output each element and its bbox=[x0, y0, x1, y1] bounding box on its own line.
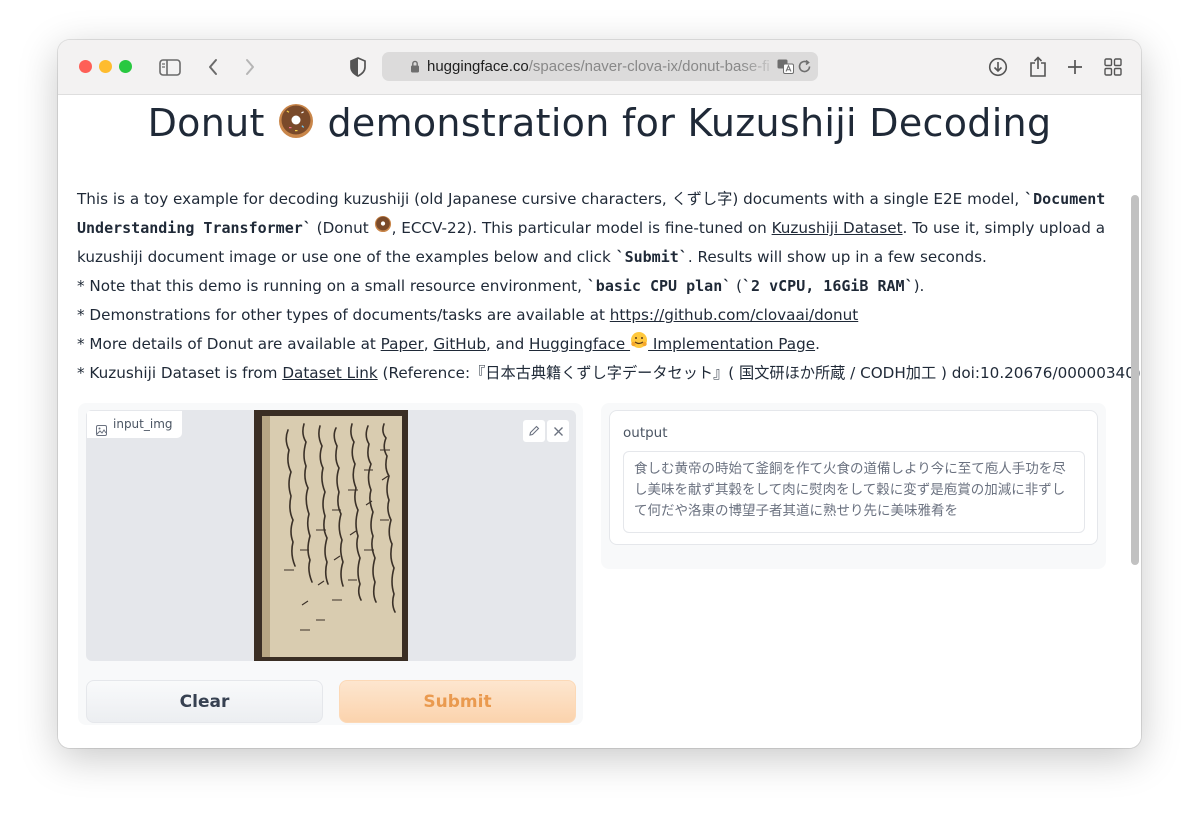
input-image-label: input_img bbox=[86, 410, 183, 439]
image-upload-area[interactable]: input_img bbox=[86, 410, 576, 661]
page-scrollbar[interactable] bbox=[1131, 195, 1139, 565]
edit-image-button[interactable] bbox=[522, 419, 546, 443]
github-donut-link[interactable]: https://github.com/clovaai/donut bbox=[610, 306, 858, 324]
submit-button[interactable]: Submit bbox=[339, 680, 576, 723]
sidebar-icon[interactable] bbox=[158, 54, 182, 80]
share-icon[interactable] bbox=[1027, 54, 1049, 80]
back-icon[interactable] bbox=[204, 54, 222, 80]
description: This is a toy example for decoding kuzus… bbox=[77, 185, 1141, 388]
output-label: output bbox=[623, 425, 668, 441]
input-panel: input_img Clear Submit bbox=[78, 403, 583, 725]
tab-overview-icon[interactable] bbox=[1102, 54, 1124, 80]
clear-button[interactable]: Clear bbox=[86, 680, 323, 723]
browser-window: huggingface.co/spaces/naver-clova-ix/don… bbox=[58, 40, 1141, 748]
reload-icon[interactable] bbox=[797, 59, 812, 78]
description-line-3: kuzushiji document image or use one of t… bbox=[77, 248, 987, 266]
description-line-4: * Note that this demo is running on a sm… bbox=[77, 277, 925, 295]
output-panel: output 食しむ黄帝の時始て釜餇を作て火食の道備しより今に至て庖人手功を尽し… bbox=[601, 403, 1106, 569]
lock-icon bbox=[410, 60, 420, 77]
page-title: Donut demonstration for Kuzushiji Decodi… bbox=[58, 101, 1141, 149]
image-icon bbox=[96, 419, 107, 445]
donut-emoji-icon bbox=[374, 214, 392, 243]
kuzushiji-document-image bbox=[254, 410, 408, 661]
remove-image-button[interactable] bbox=[546, 419, 570, 443]
close-window-button[interactable] bbox=[79, 60, 92, 73]
github-link[interactable]: GitHub bbox=[433, 335, 486, 353]
new-tab-icon[interactable] bbox=[1065, 54, 1085, 80]
description-line-6: * More details of Donut are available at… bbox=[77, 330, 1077, 359]
dataset-link[interactable]: Dataset Link bbox=[282, 364, 377, 382]
download-icon[interactable] bbox=[987, 54, 1009, 80]
output-box: output 食しむ黄帝の時始て釜餇を作て火食の道備しより今に至て庖人手功を尽し… bbox=[609, 410, 1098, 545]
browser-toolbar: huggingface.co/spaces/naver-clova-ix/don… bbox=[58, 40, 1141, 95]
output-textbox[interactable]: 食しむ黄帝の時始て釜餇を作て火食の道備しより今に至て庖人手功を尽し美味を献ず其穀… bbox=[623, 451, 1085, 533]
zoom-window-button[interactable] bbox=[119, 60, 132, 73]
minimize-window-button[interactable] bbox=[99, 60, 112, 73]
paper-link[interactable]: Paper bbox=[381, 335, 424, 353]
address-bar[interactable]: huggingface.co/spaces/naver-clova-ix/don… bbox=[382, 52, 818, 81]
huggingface-implementation-link[interactable]: Huggingface Implementation Page bbox=[529, 332, 815, 353]
privacy-shield-icon[interactable] bbox=[347, 54, 369, 80]
url-text: huggingface.co/spaces/naver-clova-ix/don… bbox=[427, 58, 770, 75]
kuzushiji-dataset-link[interactable]: Kuzushiji Dataset bbox=[772, 219, 903, 237]
description-line-2: Understanding Transformer` (Donut , ECCV… bbox=[77, 214, 1105, 243]
translate-icon[interactable] bbox=[777, 59, 794, 78]
forward-icon[interactable] bbox=[241, 54, 259, 80]
page-content: Donut demonstration for Kuzushiji Decodi… bbox=[58, 95, 1141, 748]
description-line-5: * Demonstrations for other types of docu… bbox=[77, 306, 859, 324]
description-line-1: This is a toy example for decoding kuzus… bbox=[77, 190, 1106, 208]
hugging-face-emoji-icon bbox=[630, 330, 648, 359]
donut-emoji-icon bbox=[277, 102, 315, 149]
description-line-7: * Kuzushiji Dataset is from Dataset Link… bbox=[77, 364, 1141, 382]
